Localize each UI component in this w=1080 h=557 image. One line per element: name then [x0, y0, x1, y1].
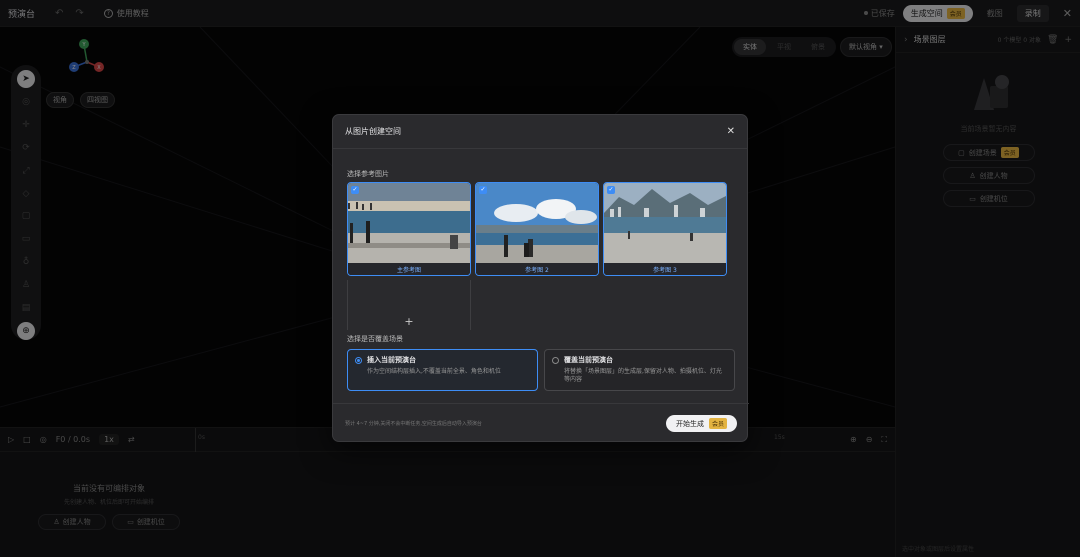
plus-icon: + [404, 315, 414, 328]
footer-note: 预计 4~7 分钟,关闭不会中断任务,空间生成后自动导入预演台 [345, 421, 482, 427]
image-caption: 参考图 3 [604, 263, 726, 275]
vip-badge: 会员 [708, 418, 727, 429]
option-title: 插入当前预演台 [367, 356, 416, 364]
create-space-dialog: 从图片创建空间 ✕ 选择参考图片 ✓ 主参考图 ✓ 参考图 2 ✓ 参考图 3 … [332, 114, 749, 443]
radio-selected-icon[interactable] [355, 356, 362, 364]
option-desc: 作为空间结构层插入,不覆盖当前全景、角色和机位 [367, 368, 501, 375]
reference-image-3[interactable]: ✓ 参考图 3 [603, 182, 727, 276]
section-images-label: 选择参考图片 [347, 170, 389, 178]
section-scene-label: 选择是否覆盖场景 [347, 335, 403, 343]
reference-photo-1 [348, 183, 470, 265]
image-caption: 主参考图 [348, 263, 470, 275]
reference-photo-2 [476, 183, 598, 265]
option-overwrite[interactable]: 覆盖当前预演台 将替换「场景图层」的生成层,保留对人物、拍摄机位、灯光等内容 [544, 349, 735, 391]
image-caption: 参考图 2 [476, 263, 598, 275]
option-desc: 将替换「场景图层」的生成层,保留对人物、拍摄机位、灯光等内容 [564, 368, 722, 384]
add-image-button[interactable]: + [347, 280, 471, 330]
dialog-header: 从图片创建空间 ✕ [333, 115, 747, 149]
reference-image-1[interactable]: ✓ 主参考图 [347, 182, 471, 276]
reference-image-2[interactable]: ✓ 参考图 2 [475, 182, 599, 276]
start-generate-label: 开始生成 [675, 419, 704, 428]
radio-icon[interactable] [552, 356, 559, 364]
checkbox-checked-icon[interactable]: ✓ [607, 186, 615, 194]
dialog-footer: 预计 4~7 分钟,关闭不会中断任务,空间生成后自动导入预演台 开始生成 会员 [333, 403, 749, 443]
checkbox-checked-icon[interactable]: ✓ [479, 186, 487, 194]
close-icon[interactable]: ✕ [727, 126, 735, 137]
reference-images: ✓ 主参考图 ✓ 参考图 2 ✓ 参考图 3 [347, 182, 727, 276]
start-generate-button[interactable]: 开始生成 会员 [665, 415, 737, 432]
dialog-title: 从图片创建空间 [345, 127, 401, 136]
option-title: 覆盖当前预演台 [564, 356, 613, 364]
scene-options: 插入当前预演台 作为空间结构层插入,不覆盖当前全景、角色和机位 覆盖当前预演台 … [347, 349, 735, 391]
option-insert[interactable]: 插入当前预演台 作为空间结构层插入,不覆盖当前全景、角色和机位 [347, 349, 538, 391]
app-root: 预演台 ↶ ↷ ? 使用教程 已保存 生成空间会员 截图 录制 ✕ ➤ ◎ ✛ [0, 0, 1080, 557]
checkbox-checked-icon[interactable]: ✓ [351, 186, 359, 194]
reference-photo-3 [604, 183, 726, 265]
